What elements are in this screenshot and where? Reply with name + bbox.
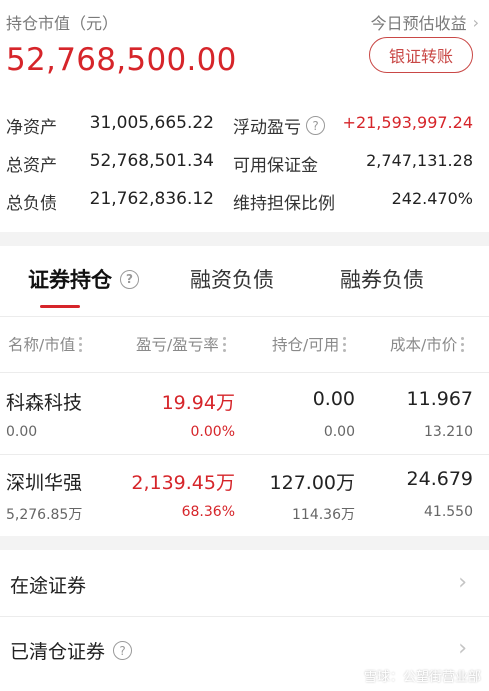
stock-cost: 24.679 — [406, 468, 473, 490]
stock-pl: 19.94万 — [161, 392, 235, 414]
help-icon[interactable]: ? — [113, 641, 133, 660]
tab-holdings-label: 证券持仓 — [28, 268, 112, 292]
sort-icon — [461, 336, 465, 352]
stock-price: 41.550 — [424, 504, 473, 520]
stock-pl: 2,139.45万 — [131, 472, 235, 494]
column-label: 成本/市价 — [390, 336, 458, 354]
total-assets-value: 52,768,501.34 — [89, 151, 214, 171]
available-margin-label: 可用保证金 — [233, 156, 318, 176]
maintenance-ratio-label: 维持担保比例 — [233, 194, 335, 214]
in-transit-securities-item[interactable]: 在途证券 › — [0, 552, 489, 616]
snowball-logo-icon — [341, 666, 360, 685]
section-separator — [0, 232, 489, 246]
chevron-right-icon: › — [458, 570, 467, 595]
maintenance-ratio-value: 242.470% — [391, 189, 473, 208]
market-value-label: 持仓市值（元） — [6, 14, 119, 33]
divider — [0, 372, 489, 373]
help-icon[interactable]: ? — [306, 116, 325, 135]
summary-row: 总资产 52,768,501.34 可用保证金 2,747,131.28 — [0, 143, 489, 181]
sort-icon — [79, 336, 83, 352]
net-assets-label: 净资产 — [6, 118, 57, 138]
stock-pl-rate: 68.36% — [181, 504, 235, 520]
account-header: 持仓市值（元） 今日预估收益 › 52,768,500.00 银证转账 — [0, 0, 489, 100]
chevron-right-icon: › — [458, 636, 467, 661]
divider — [0, 316, 489, 317]
tab-short-debt[interactable]: 融券负债 — [340, 264, 424, 294]
stock-name: 科森科技 — [6, 392, 83, 414]
divider — [0, 616, 489, 617]
section-separator — [0, 536, 489, 550]
cleared-label-text: 已清仓证券 — [10, 641, 106, 663]
stock-cost: 11.967 — [406, 388, 473, 410]
stock-market-value: 0.00 — [6, 424, 38, 440]
stock-market-value: 5,276.85万 — [6, 507, 83, 523]
sort-icon — [343, 336, 347, 352]
tab-holdings[interactable]: 证券持仓 ? — [28, 264, 139, 294]
total-liabilities-label: 总负债 — [6, 194, 57, 214]
column-label: 盈亏/盈亏率 — [136, 336, 219, 354]
summary-row: 净资产 31,005,665.22 浮动盈亏 ? +21,593,997.24 — [0, 105, 489, 143]
help-icon[interactable]: ? — [120, 269, 139, 289]
tab-margin-debt[interactable]: 融资负债 — [190, 264, 274, 294]
table-row[interactable]: 深圳华强 5,276.85万 2,139.45万 68.36% 127.00万 … — [0, 454, 489, 534]
column-label: 持仓/可用 — [272, 336, 340, 354]
chevron-right-icon: › — [472, 12, 479, 32]
floating-pl-label-text: 浮动盈亏 — [233, 118, 301, 138]
watermark-text: 雪球：公望街营业部 — [363, 670, 481, 685]
cleared-label: 已清仓证券 ? — [10, 637, 133, 664]
today-profit-label: 今日预估收益 — [370, 14, 467, 33]
sort-icon — [222, 336, 226, 352]
stock-name: 深圳华强 — [6, 472, 83, 494]
in-transit-label: 在途证券 — [10, 575, 87, 597]
watermark: 雪球：公望街营业部 — [341, 666, 481, 685]
sort-by-name-header[interactable]: 名称/市值 — [8, 333, 83, 355]
sort-by-pl-header[interactable]: 盈亏/盈亏率 — [136, 333, 226, 355]
stock-pl-rate: 0.00% — [190, 424, 235, 440]
active-tab-indicator — [40, 305, 80, 308]
available-margin-value: 2,747,131.28 — [366, 151, 473, 170]
sort-by-cost-header[interactable]: 成本/市价 — [390, 333, 465, 355]
net-assets-value: 31,005,665.22 — [89, 113, 214, 133]
stock-price: 13.210 — [424, 424, 473, 440]
floating-pl-value: +21,593,997.24 — [342, 113, 473, 132]
market-value: 52,768,500.00 — [6, 42, 237, 78]
stock-position: 127.00万 — [269, 472, 355, 494]
sort-by-position-header[interactable]: 持仓/可用 — [272, 333, 347, 355]
summary-row: 总负债 21,762,836.12 维持担保比例 242.470% — [0, 181, 489, 219]
total-liabilities-value: 21,762,836.12 — [89, 189, 214, 209]
bank-transfer-button[interactable]: 银证转账 — [369, 37, 473, 73]
today-profit-link[interactable]: 今日预估收益 › — [371, 10, 479, 34]
table-row[interactable]: 科森科技 0.00 19.94万 0.00% 0.00 0.00 11.967 … — [0, 374, 489, 454]
stock-position: 0.00 — [312, 388, 355, 410]
stock-available: 0.00 — [323, 424, 355, 440]
total-assets-label: 总资产 — [6, 156, 57, 176]
table-header: 名称/市值 盈亏/盈亏率 持仓/可用 成本/市价 — [0, 325, 489, 361]
column-label: 名称/市值 — [8, 336, 76, 354]
floating-pl-label: 浮动盈亏 ? — [233, 113, 325, 138]
stock-available: 114.36万 — [292, 507, 355, 523]
position-tabs: 证券持仓 ? 融资负债 融券负债 — [0, 250, 489, 310]
